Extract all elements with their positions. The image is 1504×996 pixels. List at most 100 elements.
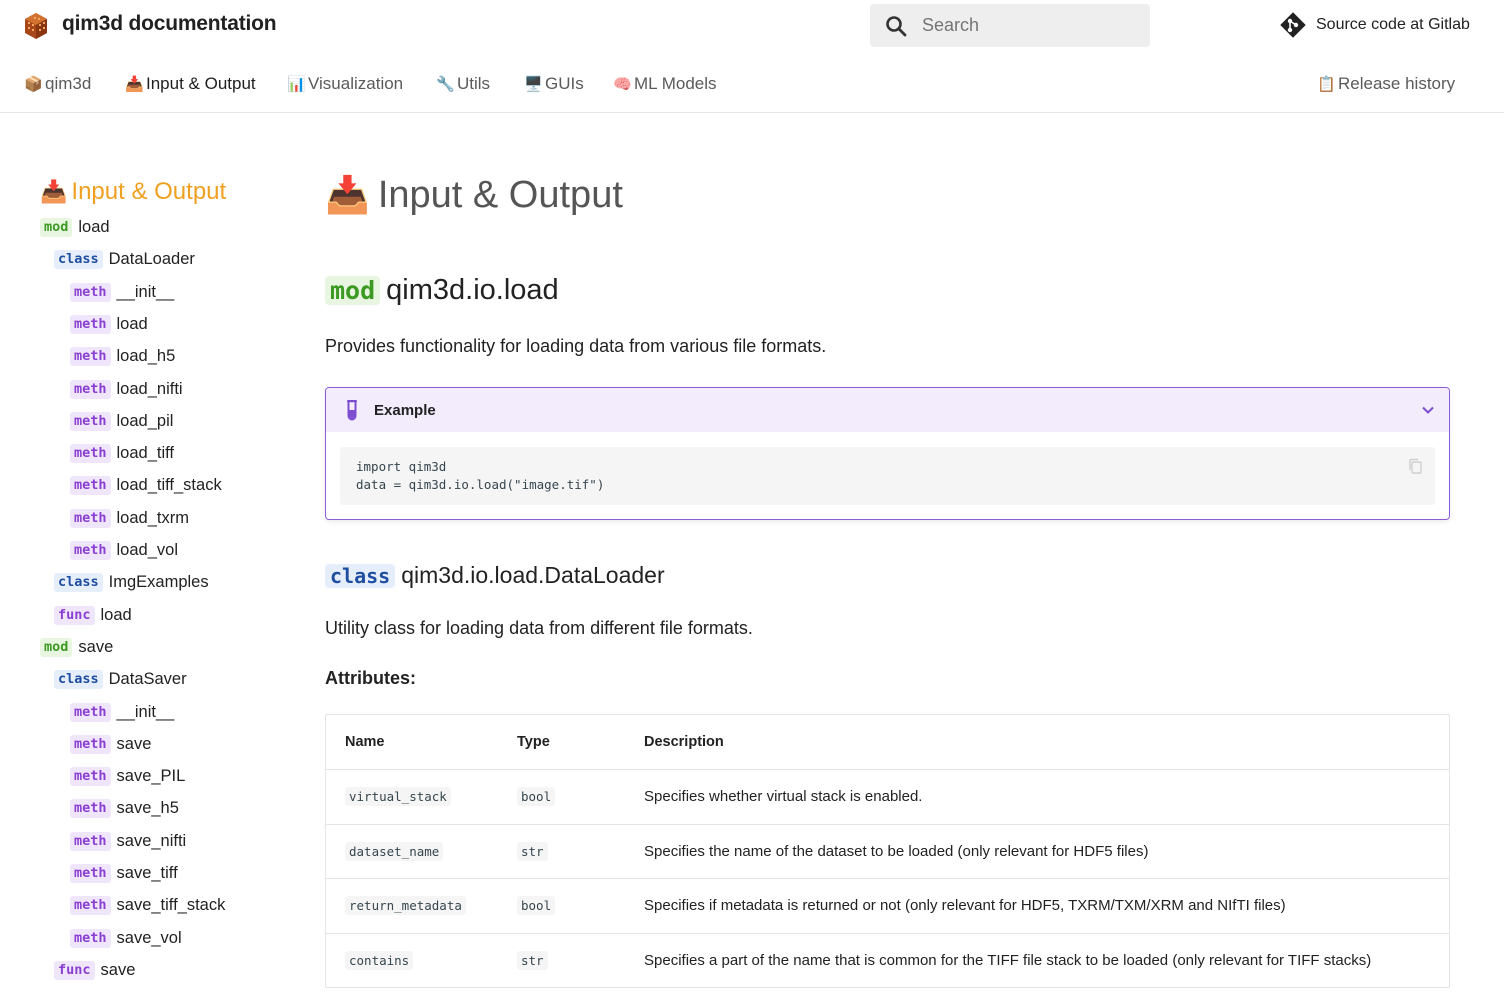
sidebar-item-class-imgexamples[interactable]: class ImgExamples xyxy=(54,573,209,597)
code-block: import qim3d data = qim3d.io.load("image… xyxy=(340,447,1435,505)
meth-badge: meth xyxy=(70,734,111,754)
sidebar-item-label: ImgExamples xyxy=(108,573,209,592)
sidebar-item-label: load xyxy=(116,314,148,333)
tab-visualization[interactable]: 📊 Visualization xyxy=(287,74,403,94)
sidebar-item-meth-save-pil[interactable]: meth save_PIL xyxy=(70,767,185,791)
meth-badge: meth xyxy=(70,282,111,302)
tab-input-output[interactable]: 📥 Input & Output xyxy=(125,74,256,94)
chevron-down-icon[interactable] xyxy=(1421,403,1435,417)
sidebar-item-label: load_tiff xyxy=(116,444,175,463)
sidebar-item-func-save[interactable]: func save xyxy=(54,960,135,985)
sidebar-item-meth-load-vol[interactable]: meth load_vol xyxy=(70,541,178,565)
tab-guis[interactable]: 🖥️ GUIs xyxy=(524,74,584,94)
attr-name: virtual_stack xyxy=(345,787,451,807)
attr-name-cell: dataset_name xyxy=(345,825,444,879)
meth-badge: meth xyxy=(70,379,111,399)
class-heading[interactable]: class qim3d.io.load.DataLoader xyxy=(325,562,665,589)
module-heading[interactable]: mod qim3d.io.load xyxy=(325,274,559,307)
git-icon xyxy=(1280,12,1306,38)
meth-badge: meth xyxy=(70,702,111,722)
class-badge: class xyxy=(54,670,103,690)
sidebar-item-func-load[interactable]: func load xyxy=(54,605,132,630)
sidebar-item-meth-save-nifti[interactable]: meth save_nifti xyxy=(70,831,186,856)
sidebar-item-meth-load-h5[interactable]: meth load_h5 xyxy=(70,347,175,371)
sidebar-item-meth-init[interactable]: meth __init__ xyxy=(70,702,174,727)
sidebar-item-meth-load-txrm[interactable]: meth load_txrm xyxy=(70,508,189,533)
sidebar-item-meth-save[interactable]: meth save xyxy=(70,734,152,759)
attr-name-cell: return_metadata xyxy=(345,879,466,933)
attr-name-cell: contains xyxy=(345,934,414,988)
sidebar-item-label: save_tiff_stack xyxy=(116,896,226,915)
sidebar-item-class-datasaver[interactable]: class DataSaver xyxy=(54,670,187,694)
tab-qim3d[interactable]: 📦 qim3d xyxy=(24,74,91,94)
tab-label: ML Models xyxy=(634,74,717,93)
header: qim3d documentation Search Source code a… xyxy=(0,0,1504,52)
sidebar-item-label: save xyxy=(116,734,152,753)
example-title: Example xyxy=(374,402,436,419)
table-row: dataset_name str Specifies the name of t… xyxy=(326,823,1449,879)
sidebar-item-meth-load-nifti[interactable]: meth load_nifti xyxy=(70,379,183,404)
attr-description: Specifies a part of the name that is com… xyxy=(644,951,1372,969)
code-text: import qim3d data = qim3d.io.load("image… xyxy=(356,458,604,494)
sidebar-item-label: load_nifti xyxy=(116,379,183,398)
clipboard-icon: 📋 xyxy=(1317,76,1336,93)
sidebar-item-meth-load-tiff-stack[interactable]: meth load_tiff_stack xyxy=(70,476,222,500)
sidebar-item-meth-save-tiff-stack[interactable]: meth save_tiff_stack xyxy=(70,896,225,920)
sidebar-item-meth-load-tiff[interactable]: meth load_tiff xyxy=(70,444,174,468)
attr-type: bool xyxy=(517,787,556,807)
page-title: 📥 Input & Output xyxy=(325,174,623,217)
table-row: return_metadata bool Specifies if metada… xyxy=(326,878,1449,933)
attr-type: str xyxy=(517,841,548,861)
attr-name: return_metadata xyxy=(345,896,466,916)
func-badge: func xyxy=(54,605,95,625)
meth-badge: meth xyxy=(70,896,111,916)
inbox-tray-icon: 📥 xyxy=(40,179,68,204)
meth-badge: meth xyxy=(70,411,111,431)
tab-ml-models[interactable]: 🧠 ML Models xyxy=(613,74,717,94)
sidebar-item-meth-load[interactable]: meth load xyxy=(70,314,148,339)
attributes-table: Name Type Description virtual_stack bool… xyxy=(325,714,1450,988)
meth-badge: meth xyxy=(70,314,111,334)
sidebar-item-meth-save-h5[interactable]: meth save_h5 xyxy=(70,799,179,823)
monitor-icon: 🖥️ xyxy=(524,76,543,93)
sidebar-item-meth-save-tiff[interactable]: meth save_tiff xyxy=(70,864,178,888)
sidebar-item-label: __init__ xyxy=(116,282,175,301)
tab-release-history[interactable]: 📋 Release history xyxy=(1317,74,1455,94)
site-title[interactable]: qim3d documentation xyxy=(62,12,277,36)
test-tube-icon xyxy=(347,400,357,421)
nav-tabs: 📦 qim3d 📥 Input & Output 📊 Visualization 🔧 U… xyxy=(0,60,1504,113)
sidebar-title[interactable]: 📥 Input & Output xyxy=(40,178,226,206)
attr-type-cell: bool xyxy=(517,879,556,933)
meth-badge: meth xyxy=(70,444,111,464)
sidebar-item-meth-init[interactable]: meth __init__ xyxy=(70,282,175,307)
tab-utils[interactable]: 🔧 Utils xyxy=(436,74,490,94)
qim3d-logo-icon[interactable] xyxy=(24,12,48,40)
meth-badge: meth xyxy=(70,508,111,528)
sidebar-item-label: load_vol xyxy=(116,541,178,559)
meth-badge: meth xyxy=(70,541,111,560)
sidebar-item-class-dataloader[interactable]: class DataLoader xyxy=(54,250,195,274)
column-header-type: Type xyxy=(517,734,550,750)
mod-badge: mod xyxy=(40,637,73,657)
attr-name-cell: virtual_stack xyxy=(345,770,451,824)
class-badge: class xyxy=(325,564,396,588)
sidebar-item-mod-load[interactable]: mod load xyxy=(40,218,110,242)
search-input[interactable]: Search xyxy=(922,15,979,36)
sidebar-item-meth-save-vol[interactable]: meth save_vol xyxy=(70,928,182,953)
class-description: Utility class for loading data from diff… xyxy=(325,618,753,638)
search-box[interactable]: Search xyxy=(870,4,1150,47)
meth-badge: meth xyxy=(70,799,111,819)
sidebar-item-meth-load-pil[interactable]: meth load_pil xyxy=(70,411,173,436)
code-line: import qim3d xyxy=(356,459,447,474)
module-name: qim3d.io.load xyxy=(386,274,559,306)
attr-type: bool xyxy=(517,896,556,916)
example-header[interactable]: Example xyxy=(326,388,1449,432)
copy-icon[interactable] xyxy=(1407,458,1423,475)
sidebar-item-label: save xyxy=(78,637,114,656)
attr-type-cell: str xyxy=(517,825,548,879)
table-header-row: Name Type Description xyxy=(326,715,1449,769)
sidebar-item-label: DataLoader xyxy=(108,250,195,269)
example-admonition: Example import qim3d data = qim3d.io.loa… xyxy=(325,387,1450,520)
sidebar-item-mod-save[interactable]: mod save xyxy=(40,637,114,662)
repo-label: Source code at Gitlab xyxy=(1316,16,1470,33)
